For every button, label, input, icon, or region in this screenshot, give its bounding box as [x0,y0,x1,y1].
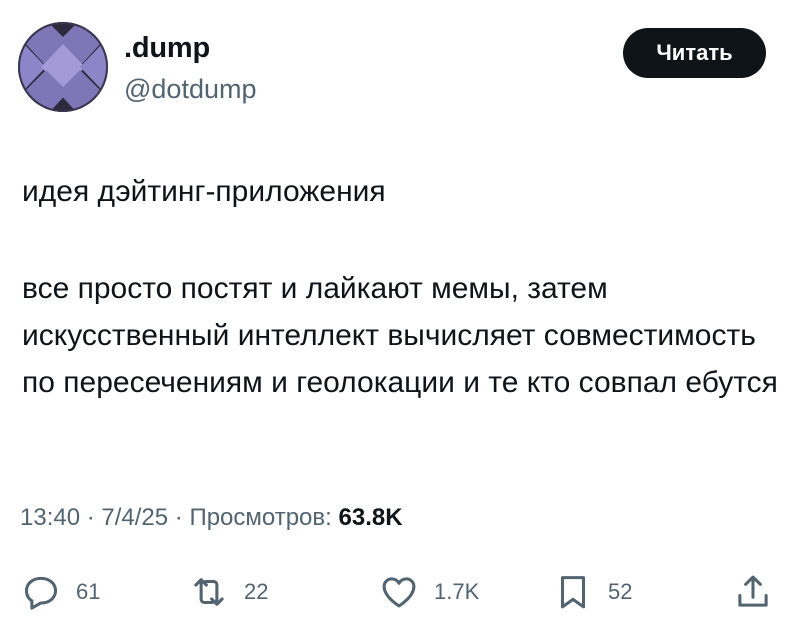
bookmark-icon [560,576,586,609]
repost-count: 22 [244,579,269,604]
like-count: 1.7K [434,579,480,604]
like-button[interactable]: 1.7K [378,570,479,614]
repost-icon [194,578,224,606]
tweet-text: идея дэйтинг-приложения все просто постя… [22,168,782,406]
heart-icon [382,577,416,608]
tweet-time[interactable]: 13:40 [20,504,80,531]
read-button[interactable]: Читать [623,28,766,78]
tweet-text-line-1: идея дэйтинг-приложения [22,175,386,208]
action-bar: 61 22 1.7K 52 [0,570,800,614]
author-handle[interactable]: @dotdump [124,74,256,105]
tweet-meta: 13:40 · 7/4/25 · Просмотров: 63.8K [20,504,403,532]
reply-icon [24,576,58,610]
views-label: Просмотров: [189,504,339,531]
meta-separator: · [168,504,190,531]
tweet-text-gap [22,215,782,265]
views-count: 63.8K [338,504,403,531]
bookmark-button[interactable]: 52 [552,570,632,614]
avatar[interactable] [18,22,108,112]
reply-count: 61 [76,579,101,604]
share-button[interactable] [732,570,774,614]
meta-separator: · [80,504,102,531]
share-icon [738,575,768,607]
avatar-image [18,22,108,112]
reply-button[interactable]: 61 [20,570,100,614]
author-display-name[interactable]: .dump [124,32,210,65]
tweet-text-line-2: все просто постят и лайкают мемы, затем … [22,272,778,399]
repost-button[interactable]: 22 [188,570,268,614]
tweet-date[interactable]: 7/4/25 [101,504,168,531]
bookmark-count: 52 [608,579,633,604]
